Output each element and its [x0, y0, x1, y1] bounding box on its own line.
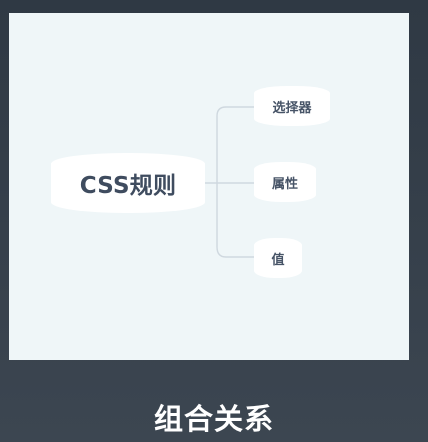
- connector-root-to-children: [204, 106, 255, 258]
- slide-frame: CSS规则 选择器 属性 值 组合关系: [0, 0, 428, 442]
- child-node-label-value: 值: [271, 252, 285, 268]
- mindmap-canvas: CSS规则 选择器 属性 值: [9, 13, 409, 360]
- child-node-value[interactable]: 值: [254, 238, 302, 278]
- child-node-label-selector: 选择器: [272, 100, 312, 116]
- child-node-selector[interactable]: 选择器: [254, 86, 330, 126]
- root-node-css-rule[interactable]: CSS规则: [51, 153, 205, 213]
- root-node-label: CSS规则: [79, 173, 177, 199]
- caption: 组合关系: [153, 402, 274, 436]
- child-node-property[interactable]: 属性: [254, 162, 316, 202]
- child-node-label-property: 属性: [271, 176, 298, 192]
